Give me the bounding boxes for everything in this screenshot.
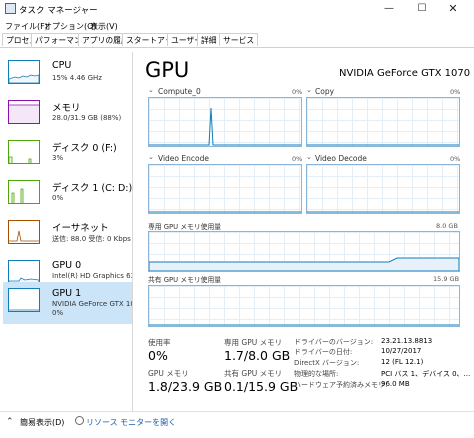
task-manager-icon [5,3,16,14]
driver-version-label: ドライバーのバージョン: [294,338,374,346]
driver-date-value: 10/27/2017 [381,347,422,355]
sidebar-label: イーサネット [52,223,109,234]
sidebar-item-disk-0[interactable]: ディスク 0 (F:) 3% [3,136,132,176]
directx-version-value: 12 (FL 12.1) [381,358,424,366]
video-decode-graph-max: 0% [450,155,461,163]
memory-thumbnail [8,100,40,124]
compute-graph-label[interactable]: Compute_0 [158,87,201,96]
compute-graph [148,97,302,147]
disk-1-mini-graph [11,188,24,203]
sidebar-item-disk-1[interactable]: ディスク 1 (C: D:) 0% [3,176,132,216]
sidebar-detail: 15% 4.46 GHz [52,74,102,82]
driver-version-value: 23.21.13.8813 [381,337,433,345]
dedicated-memory-label: 専用 GPU メモリ [224,338,283,347]
sidebar-label: ディスク 1 (C: D:) [52,183,133,194]
menu-file[interactable]: ファイル(F) [5,21,48,32]
driver-date-label: ドライバーの日付: [294,348,353,356]
copy-graph-max: 0% [450,88,461,96]
reserved-memory-value: 96.0 MB [381,380,410,388]
shared-memory-graph-label: 共有 GPU メモリ使用量 [148,276,222,284]
minimize-button[interactable]: — [376,0,402,18]
video-decode-graph-line [307,211,459,213]
tab-details[interactable]: 詳細 [197,33,221,46]
gpu-1-mini-graph [9,309,39,311]
window-title: タスク マネージャー [19,6,98,16]
fewer-details-link[interactable]: 簡易表示(D) [20,417,64,428]
utilization-value: 0% [148,348,168,363]
chevron-down-icon[interactable]: ⌄ [148,153,154,161]
menu-options[interactable]: オプション(O) [44,21,97,32]
gpu-memory-value: 1.8/23.9 GB [148,379,223,394]
menu-view[interactable]: 表示(V) [90,21,118,32]
sidebar-detail: 3% [52,154,64,162]
utilization-label: 使用率 [148,338,171,347]
gpu-0-thumbnail [8,260,40,284]
video-encode-graph-max: 0% [292,155,303,163]
physical-location-label: 物理的な場所: [294,370,339,378]
sidebar-label: メモリ [52,103,81,114]
dedicated-memory-graph [148,231,460,272]
ethernet-thumbnail [8,220,40,244]
shared-memory-graph-max: 15.9 GB [433,275,460,283]
sidebar-detail: 送信: 88.0 受信: 0 Kbps [52,235,131,243]
shared-memory-value: 0.1/15.9 GB [224,379,299,394]
video-encode-graph [148,164,302,214]
video-encode-graph-label[interactable]: Video Encode [158,154,209,163]
dedicated-memory-graph-max: 8.0 GB [436,222,458,230]
shared-memory-graph-line [149,324,459,326]
chevron-down-icon[interactable]: ⌄ [306,86,312,94]
directx-version-label: DirectX バージョン: [294,359,360,367]
performance-sidebar[interactable]: CPU 15% 4.46 GHz メモリ 28.0/31.9 GB (88%) … [0,52,133,412]
sidebar-detail-2: 0% [52,309,64,317]
video-decode-graph-label[interactable]: Video Decode [315,154,367,163]
gpu-1-thumbnail [8,288,40,312]
compute-graph-max: 0% [292,88,303,96]
chevron-down-icon[interactable]: ⌄ [306,153,312,161]
shared-memory-graph [148,285,460,327]
dedicated-memory-graph-line [149,257,459,271]
tab-services[interactable]: サービス [219,33,259,46]
ethernet-mini-graph [9,230,39,242]
chevron-up-icon[interactable]: ⌃ [6,417,14,427]
copy-graph-line [307,144,459,146]
footer-bar [0,411,474,438]
maximize-button[interactable]: ☐ [409,0,435,18]
sidebar-item-cpu[interactable]: CPU 15% 4.46 GHz [3,56,132,96]
disk-0-thumbnail [8,140,40,164]
reserved-memory-label: ハードウェア予約済みメモリ: [294,381,388,389]
memory-mini-graph [9,104,39,123]
shared-memory-label: 共有 GPU メモリ [224,369,283,378]
resource-monitor-icon [75,416,84,425]
disk-0-mini-graph [8,156,32,163]
disk-1-thumbnail [8,180,40,204]
gpu-memory-label: GPU メモリ [148,369,189,378]
sidebar-detail: 0% [52,194,64,202]
sidebar-detail: Intel(R) HD Graphics 630 [52,272,133,280]
dedicated-memory-graph-label: 専用 GPU メモリ使用量 [148,223,222,231]
sidebar-label: CPU [52,60,72,71]
dedicated-memory-value: 1.7/8.0 GB [224,348,291,363]
sidebar-label: GPU 1 [52,288,82,299]
compute-graph-line [149,107,301,146]
page-title: GPU [145,58,190,82]
close-button[interactable]: ✕ [440,0,466,18]
copy-graph-label[interactable]: Copy [315,87,334,96]
sidebar-item-memory[interactable]: メモリ 28.0/31.9 GB (88%) [3,96,132,136]
video-encode-graph-line [149,211,301,213]
open-resource-monitor-link[interactable]: リソース モニターを開く [86,417,176,428]
sidebar-item-ethernet[interactable]: イーサネット 送信: 88.0 受信: 0 Kbps [3,216,132,256]
physical-location-value: PCI バス 1、デバイス 0、... [381,370,471,378]
gpu-0-mini-graph [8,277,40,284]
cpu-mini-graph [8,74,40,84]
sidebar-label: GPU 0 [52,260,82,271]
sidebar-detail: NVIDIA GeForce GTX 1070 [52,300,132,308]
video-decode-graph [306,164,460,214]
sidebar-detail: 28.0/31.9 GB (88%) [52,114,122,122]
sidebar-label: ディスク 0 (F:) [52,143,117,154]
chevron-down-icon[interactable]: ⌄ [148,86,154,94]
sidebar-item-gpu-1[interactable]: GPU 1 NVIDIA GeForce GTX 1070 0% [3,282,132,324]
copy-graph [306,97,460,147]
cpu-thumbnail [8,60,40,84]
gpu-model-name: NVIDIA GeForce GTX 1070 [339,68,471,79]
